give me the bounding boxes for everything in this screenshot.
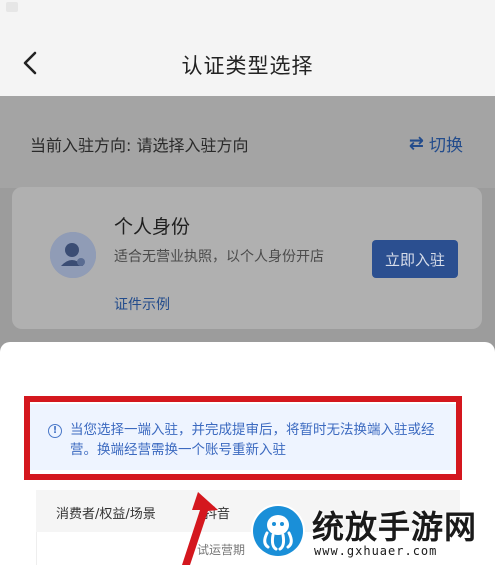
- arrow-up-icon: [182, 492, 218, 565]
- identity-card[interactable]: 个人身份 适合无营业执照，以个人身份开店 证件示例 立即入驻: [12, 187, 482, 329]
- table-header-cell: 消费者/权益/场景: [56, 507, 156, 522]
- card-description: 适合无营业执照，以个人身份开店: [114, 249, 324, 265]
- swap-icon: ⇄: [408, 133, 424, 154]
- person-icon: [50, 232, 96, 278]
- card-title: 个人身份: [114, 216, 191, 238]
- highlight-frame: [24, 396, 462, 480]
- watermark: 统放手游网 www.gxhuaer.com: [248, 500, 495, 565]
- certificate-example-link[interactable]: 证件示例: [114, 294, 170, 314]
- direction-label: 当前入驻方向: 请选择入驻方向: [30, 136, 249, 155]
- watermark-title: 统放手游网: [312, 508, 478, 546]
- join-now-button[interactable]: 立即入驻: [372, 240, 458, 278]
- status-icon: [6, 2, 18, 12]
- watermark-url: www.gxhuaer.com: [314, 544, 438, 558]
- direction-row: 当前入驻方向: 请选择入驻方向 ⇄ 切换: [0, 96, 495, 188]
- page-title: 认证类型选择: [181, 54, 314, 78]
- switch-button[interactable]: ⇄ 切换: [409, 131, 463, 156]
- navigation-bar: 认证类型选择: [0, 30, 495, 96]
- octopus-logo-icon: [251, 504, 305, 558]
- status-bar: [0, 0, 495, 30]
- switch-label: 切换: [429, 136, 463, 156]
